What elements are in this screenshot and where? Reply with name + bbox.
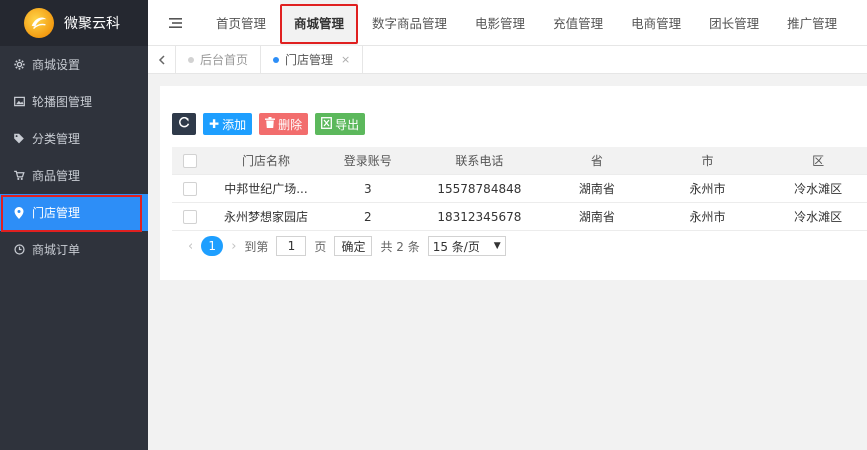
column-header: 区 bbox=[812, 154, 825, 168]
nav-tab-ecommerce[interactable]: 电商管理 bbox=[617, 0, 695, 46]
table-cell: 永州市 bbox=[689, 210, 726, 224]
sidebar-item-label: 轮播图管理 bbox=[32, 95, 93, 109]
add-button[interactable]: ✚ 添加 bbox=[203, 113, 253, 135]
column-header: 门店名称 bbox=[241, 154, 290, 168]
table-cell: 15578784848 bbox=[437, 181, 522, 196]
table-cell: 18312345678 bbox=[437, 209, 522, 224]
page-number-current[interactable]: 1 bbox=[201, 236, 224, 256]
page-size-value: 15 条/页 bbox=[432, 239, 480, 254]
chevron-left-icon[interactable] bbox=[148, 45, 176, 74]
page-tabs: 后台首页 门店管理 × bbox=[148, 45, 867, 74]
content-card: ✚ 添加 删除 导出 门店名称 登录账号 联系电话 省 市 区 中邦世纪广场..… bbox=[160, 86, 867, 280]
row-checkbox[interactable] bbox=[172, 209, 207, 224]
pagination: ‹ 1 › 到第 1 页 确定 共 2 条 15 条/页 ▼ bbox=[180, 236, 506, 256]
dot-icon bbox=[188, 56, 194, 63]
next-page-icon[interactable]: › bbox=[231, 239, 236, 254]
sidebar-item-label: 商城订单 bbox=[32, 243, 81, 257]
page-tab-stores[interactable]: 门店管理 × bbox=[261, 45, 364, 74]
column-header: 省 bbox=[590, 154, 603, 168]
table-cell: 冷水滩区 bbox=[794, 182, 843, 196]
page-tab-label: 后台首页 bbox=[200, 53, 249, 67]
table-row[interactable]: 永州梦想家园店 2 18312345678 湖南省 永州市 冷水滩区 bbox=[172, 203, 867, 231]
top-nav: 首页管理 商城管理 数字商品管理 电影管理 充值管理 电商管理 团长管理 推广管… bbox=[148, 0, 867, 46]
gear-icon bbox=[12, 58, 26, 72]
sidebar-item-mall-settings[interactable]: 商城设置 bbox=[0, 46, 148, 83]
refresh-button[interactable] bbox=[172, 113, 196, 135]
confirm-button[interactable]: 确定 bbox=[334, 236, 373, 256]
caret-down-icon: ▼ bbox=[493, 241, 501, 251]
nav-tab-movies[interactable]: 电影管理 bbox=[461, 0, 539, 46]
table-cell: 中邦世纪广场... bbox=[224, 182, 308, 196]
nav-tab-team-leader[interactable]: 团长管理 bbox=[695, 0, 773, 46]
image-icon bbox=[12, 95, 26, 109]
checkbox-icon bbox=[182, 181, 197, 196]
sidebar-item-label: 商城设置 bbox=[32, 58, 81, 72]
logo-bar: 微聚云科 bbox=[0, 0, 148, 46]
dot-icon bbox=[273, 56, 280, 63]
page-input[interactable]: 1 bbox=[276, 236, 307, 256]
sidebar-item-label: 门店管理 bbox=[32, 206, 81, 220]
table-cell: 湖南省 bbox=[578, 210, 615, 224]
sidebar-item-products[interactable]: 商品管理 bbox=[0, 157, 148, 194]
nav-tab-digital-goods[interactable]: 数字商品管理 bbox=[358, 0, 461, 46]
sidebar-item-category[interactable]: 分类管理 bbox=[0, 120, 148, 157]
nav-tab-mall[interactable]: 商城管理 bbox=[280, 0, 359, 46]
export-button[interactable]: 导出 bbox=[315, 113, 366, 135]
nav-tab-home[interactable]: 首页管理 bbox=[202, 0, 280, 46]
sidebar-menu: 商城设置 轮播图管理 分类管理 商品管理 门店管理 商城订单 bbox=[0, 46, 148, 268]
sidebar-item-stores[interactable]: 门店管理 bbox=[0, 194, 148, 232]
column-header: 市 bbox=[701, 154, 714, 168]
export-button-label: 导出 bbox=[335, 117, 360, 132]
checkbox-icon bbox=[182, 153, 197, 168]
row-checkbox[interactable] bbox=[172, 181, 207, 196]
clock-icon bbox=[12, 243, 26, 257]
add-button-label: 添加 bbox=[222, 117, 247, 132]
nav-tab-recharge[interactable]: 充值管理 bbox=[539, 0, 617, 46]
table-cell: 永州梦想家园店 bbox=[223, 210, 308, 224]
prev-page-icon[interactable]: ‹ bbox=[188, 239, 193, 254]
sidebar-item-label: 商品管理 bbox=[32, 169, 81, 183]
column-header: 联系电话 bbox=[455, 154, 504, 168]
nav-tab-promotion[interactable]: 推广管理 bbox=[773, 0, 851, 46]
sidebar: 微聚云科 商城设置 轮播图管理 分类管理 商品管理 门店管理 商城订单 bbox=[0, 0, 148, 450]
delete-button-label: 删除 bbox=[278, 117, 303, 132]
delete-button[interactable]: 删除 bbox=[259, 113, 309, 135]
column-header: 登录账号 bbox=[343, 154, 392, 168]
table-row[interactable]: 中邦世纪广场... 3 15578784848 湖南省 永州市 冷水滩区 bbox=[172, 175, 867, 203]
logo-icon bbox=[24, 8, 54, 38]
menu-toggle-icon[interactable] bbox=[148, 17, 202, 28]
app-title: 微聚云科 bbox=[64, 16, 120, 32]
total-count: 共 2 条 bbox=[380, 239, 420, 254]
sidebar-item-banner[interactable]: 轮播图管理 bbox=[0, 83, 148, 120]
refresh-icon bbox=[178, 116, 190, 132]
checkbox-icon bbox=[182, 209, 197, 224]
table-cell: 2 bbox=[363, 209, 372, 224]
stores-table: 门店名称 登录账号 联系电话 省 市 区 中邦世纪广场... 3 1557878… bbox=[172, 147, 867, 231]
trash-icon bbox=[265, 117, 276, 131]
table-cell: 冷水滩区 bbox=[794, 210, 843, 224]
select-all-checkbox[interactable] bbox=[172, 153, 207, 168]
plus-icon: ✚ bbox=[209, 117, 220, 131]
toolbar: ✚ 添加 删除 导出 bbox=[172, 113, 366, 135]
page-tab-dashboard[interactable]: 后台首页 bbox=[176, 45, 262, 74]
table-cell: 湖南省 bbox=[578, 182, 615, 196]
export-icon bbox=[321, 116, 333, 132]
table-cell: 3 bbox=[363, 181, 372, 196]
table-header: 门店名称 登录账号 联系电话 省 市 区 bbox=[172, 147, 867, 175]
tag-icon bbox=[12, 132, 26, 146]
cart-icon bbox=[12, 169, 26, 183]
page-size-select[interactable]: 15 条/页 ▼ bbox=[427, 236, 506, 256]
sidebar-item-orders[interactable]: 商城订单 bbox=[0, 231, 148, 268]
page-tab-label: 门店管理 bbox=[285, 53, 334, 67]
sidebar-item-label: 分类管理 bbox=[32, 132, 81, 146]
page-unit-label: 页 bbox=[314, 239, 327, 254]
goto-label: 到第 bbox=[244, 239, 269, 254]
map-pin-icon bbox=[12, 206, 26, 220]
close-icon[interactable]: × bbox=[341, 53, 350, 66]
table-cell: 永州市 bbox=[689, 182, 726, 196]
